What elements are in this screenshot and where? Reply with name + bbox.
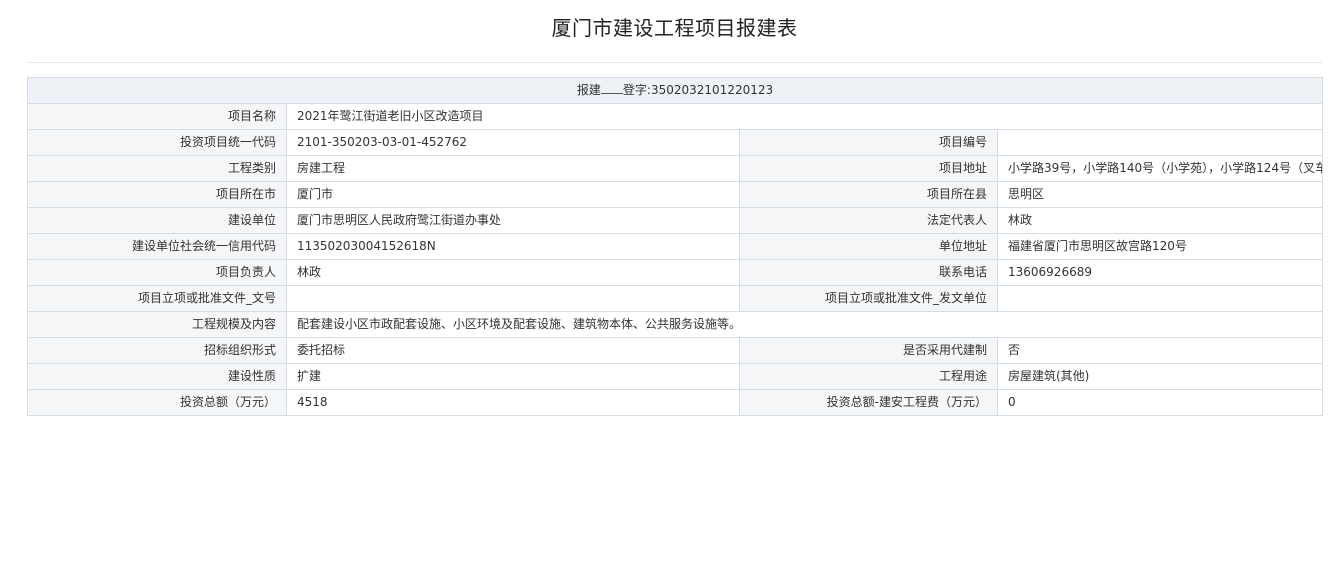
approval-doc-value	[286, 285, 740, 312]
table-row: 建设单位社会统一信用代码 11350203004152618N 单位地址 福建省…	[27, 233, 1324, 260]
table-row: 建设单位 厦门市思明区人民政府鹭江街道办事处 法定代表人 林政	[27, 207, 1324, 234]
county-value: 思明区	[996, 181, 1324, 208]
agent-value: 否	[996, 337, 1324, 364]
project-name-label: 项目名称	[27, 103, 287, 130]
title-divider	[27, 62, 1322, 63]
table-row: 项目名称 2021年鹭江街道老旧小区改造项目	[27, 103, 1324, 130]
page-title: 厦门市建设工程项目报建表	[551, 16, 798, 40]
header-prefix: 报建	[576, 83, 601, 97]
city-value: 厦门市	[286, 181, 740, 208]
approval-unit-value	[996, 285, 1324, 312]
usage-value: 房屋建筑(其他)	[996, 363, 1324, 390]
table-row: 项目负责人 林政 联系电话 13606926689	[27, 259, 1324, 286]
legal-rep-value: 林政	[996, 207, 1324, 234]
category-label: 工程类别	[27, 155, 287, 182]
header-middle: 登字:	[622, 83, 651, 97]
table-row: 招标组织形式 委托招标 是否采用代建制 否	[27, 337, 1324, 364]
scale-label: 工程规模及内容	[27, 311, 287, 338]
table-row: 投资总额（万元） 4518 投资总额-建安工程费（万元） 0	[27, 389, 1324, 416]
project-no-label: 项目编号	[739, 129, 998, 156]
approval-doc-label: 项目立项或批准文件_文号	[27, 285, 287, 312]
scale-value: 配套建设小区市政配套设施、小区环境及配套设施、建筑物本体、公共服务设施等。	[285, 311, 1324, 338]
approval-unit-label: 项目立项或批准文件_发文单位	[739, 285, 998, 312]
phone-value: 13606926689	[996, 259, 1324, 286]
manager-value: 林政	[286, 259, 740, 286]
tender-label: 招标组织形式	[27, 337, 287, 364]
project-registration-table: 报建 登字:3502032101220123 项目名称 2021年鹭江街道老旧小区…	[26, 77, 1324, 416]
credit-code-label: 建设单位社会统一信用代码	[27, 233, 287, 260]
credit-code-value: 11350203004152618N	[286, 233, 740, 260]
address-value: 小学路39号，小学路140号（小学苑），小学路124号（叉车厂宿舍），小学路14…	[996, 155, 1324, 182]
project-name-value: 2021年鹭江街道老旧小区改造项目	[285, 103, 1324, 130]
table-row: 项目立项或批准文件_文号 项目立项或批准文件_发文单位	[27, 285, 1324, 312]
invest-code-value: 2101-350203-03-01-452762	[286, 129, 740, 156]
address-label: 项目地址	[739, 155, 998, 182]
invest-total-label: 投资总额（万元）	[27, 389, 287, 416]
table-row: 报建 登字:3502032101220123	[26, 77, 1324, 104]
table-row: 工程类别 房建工程 项目地址 小学路39号，小学路140号（小学苑），小学路12…	[27, 155, 1324, 182]
builder-value: 厦门市思明区人民政府鹭江街道办事处	[286, 207, 740, 234]
table-row: 项目所在市 厦门市 项目所在县 思明区	[27, 181, 1324, 208]
unit-address-value: 福建省厦门市思明区故宫路120号	[996, 233, 1324, 260]
nature-label: 建设性质	[27, 363, 287, 390]
city-label: 项目所在市	[27, 181, 287, 208]
usage-label: 工程用途	[739, 363, 998, 390]
invest-code-label: 投资项目统一代码	[27, 129, 287, 156]
invest-total-value: 4518	[286, 389, 740, 416]
agent-label: 是否采用代建制	[739, 337, 998, 364]
phone-label: 联系电话	[739, 259, 998, 286]
install-cost-label: 投资总额-建安工程费（万元）	[739, 389, 998, 416]
manager-label: 项目负责人	[27, 259, 287, 286]
project-no-value	[996, 129, 1324, 156]
county-label: 项目所在县	[739, 181, 998, 208]
builder-label: 建设单位	[27, 207, 287, 234]
header-blank	[600, 81, 623, 94]
install-cost-value: 0	[996, 389, 1324, 416]
category-value: 房建工程	[286, 155, 740, 182]
table-row: 工程规模及内容 配套建设小区市政配套设施、小区环境及配套设施、建筑物本体、公共服…	[27, 311, 1324, 338]
registration-number: 3502032101220123	[650, 83, 774, 97]
tender-value: 委托招标	[286, 337, 740, 364]
nature-value: 扩建	[286, 363, 740, 390]
table-row: 投资项目统一代码 2101-350203-03-01-452762 项目编号	[27, 129, 1324, 156]
registration-number-header: 报建 登字:3502032101220123	[26, 77, 1324, 104]
unit-address-label: 单位地址	[739, 233, 998, 260]
table-row: 建设性质 扩建 工程用途 房屋建筑(其他)	[27, 363, 1324, 390]
legal-rep-label: 法定代表人	[739, 207, 998, 234]
